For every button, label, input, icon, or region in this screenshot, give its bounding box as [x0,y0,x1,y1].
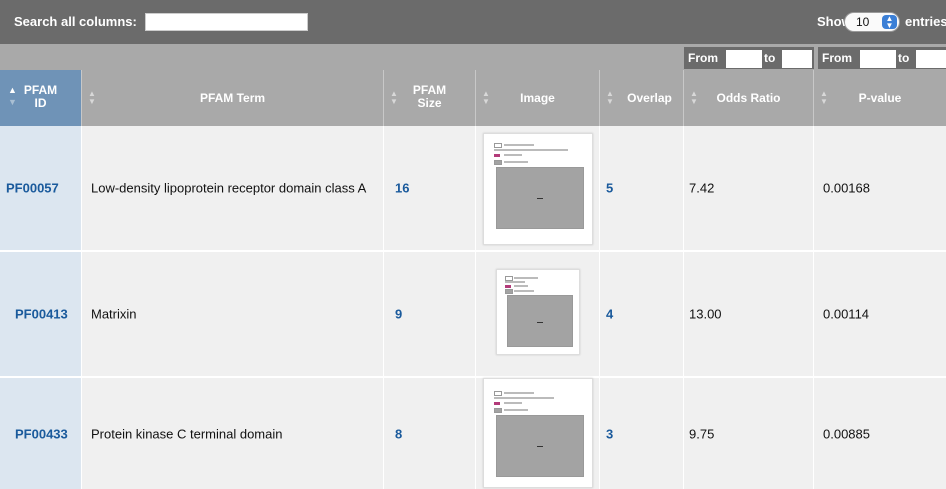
odds-ratio-value: 13.00 [689,306,722,322]
odds-ratio-value: 7.42 [689,180,715,196]
overlap-link[interactable]: 4 [606,307,677,322]
table-row: PF00433 Protein kinase C terminal domain… [0,378,946,489]
table-toolbar: Search all columns: Show 10 ▲ ▼ entries [0,0,946,44]
pfam-size-header-line2: Size [417,96,442,110]
pfam-term: Protein kinase C terminal domain [91,426,283,441]
table-row: PF00413 Matrixin 9 4 13.00 0.00114 [0,252,946,376]
to-label: to [764,51,776,65]
column-header-overlap[interactable]: ▲ ▼ Overlap [600,70,684,126]
p-value-value: 0.00114 [823,306,870,322]
to-label: to [898,51,910,65]
odds-ratio-header-label: Odds Ratio [716,91,781,105]
search-label: Search all columns: [14,14,137,29]
pfam-size-header-line1: PFAM [412,83,447,97]
column-header-odds-ratio[interactable]: ▲ ▼ Odds Ratio [684,70,814,126]
odds-ratio-to-input[interactable] [782,50,812,68]
from-label: From [822,51,852,65]
pfam-term: Matrixin [91,306,137,322]
search-input[interactable] [145,13,308,31]
image-header-label: Image [520,91,555,105]
overlap-chart-thumbnail[interactable] [496,269,580,355]
column-header-image[interactable]: ▲ ▼ Image [476,70,600,126]
p-value-from-input[interactable] [860,50,896,68]
pfam-size-link[interactable]: 8 [395,426,469,441]
pfam-size-link[interactable]: 16 [395,181,469,196]
p-value-to-input[interactable] [916,50,946,68]
pfam-size-link[interactable]: 9 [395,307,469,322]
p-value-value: 0.00168 [823,180,870,196]
pfam-term: Low-density lipoprotein receptor domain … [91,180,367,196]
p-value-header-label: P-value [858,91,902,105]
from-label: From [688,51,718,65]
table-header: ▲ ▼ PFAM ID ▲ ▼ PFAM Term ▲ ▼ PFAM Size ▲ ▼ Im… [0,70,946,126]
select-arrows-icon: ▲ ▼ [882,15,897,30]
overlap-chart-thumbnail[interactable] [483,133,593,245]
pfam-id-link[interactable]: PF00413 [15,307,75,322]
p-value-value: 0.00885 [823,426,870,441]
pfam-id-header-line1: PFAM [23,83,58,97]
entries-per-page-select[interactable]: 10 ▲ ▼ [844,12,900,32]
entries-label: entries [905,14,946,29]
odds-ratio-from-input[interactable] [726,50,762,68]
column-header-pfam-size[interactable]: ▲ ▼ PFAM Size [384,70,476,126]
odds-ratio-range-filter: From to [684,47,814,69]
overlap-chart-thumbnail[interactable] [483,378,593,488]
column-header-p-value[interactable]: ▲ ▼ P-value [814,70,946,126]
overlap-link[interactable]: 5 [606,181,677,196]
table-row: PF00057 Low-density lipoprotein receptor… [0,126,946,250]
entries-per-page-value: 10 [856,15,870,29]
pfam-id-link[interactable]: PF00433 [15,426,75,441]
pfam-id-link[interactable]: PF00057 [6,181,75,196]
sort-icon: ▲ ▼ [606,89,614,106]
p-value-range-filter: From to [818,47,946,69]
column-filter-row: From to From to [0,44,946,70]
pfam-term-header-label: PFAM Term [199,91,266,105]
overlap-link[interactable]: 3 [606,426,677,441]
overlap-header-label: Overlap [627,91,672,105]
column-header-pfam-id[interactable]: ▲ ▼ PFAM ID [0,70,82,126]
pfam-id-header-line2: ID [34,96,47,110]
odds-ratio-value: 9.75 [689,426,715,441]
column-header-pfam-term[interactable]: ▲ ▼ PFAM Term [82,70,384,126]
